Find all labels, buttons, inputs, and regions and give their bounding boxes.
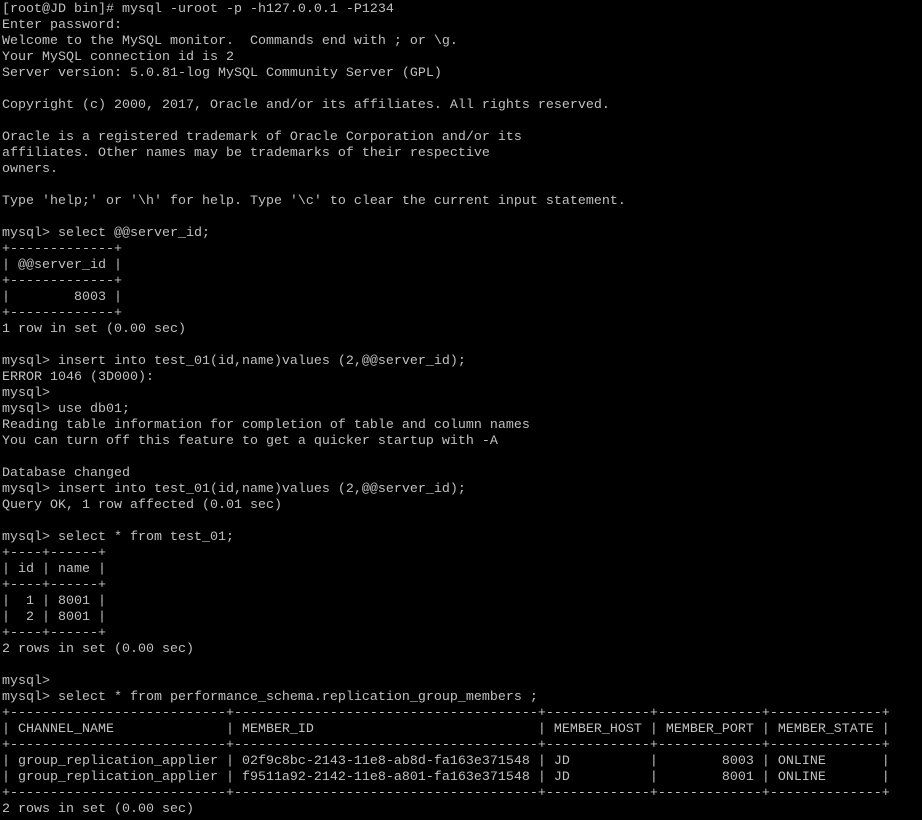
terminal-line: mysql> select * from performance_schema.… <box>2 690 538 705</box>
terminal-line: mysql> select @@server_id; <box>2 226 210 241</box>
terminal-line: Reading table information for completion… <box>2 418 530 433</box>
terminal-line: +---------------------------+-----------… <box>2 738 890 753</box>
terminal-line: mysql> insert into test_01(id,name)value… <box>2 354 466 369</box>
terminal-line: mysql> insert into test_01(id,name)value… <box>2 482 466 497</box>
terminal-line: +---------------------------+-----------… <box>2 706 890 721</box>
terminal-line: Copyright (c) 2000, 2017, Oracle and/or … <box>2 98 610 113</box>
terminal-line: | group_replication_applier | 02f9c8bc-2… <box>2 754 890 769</box>
terminal-line: Your MySQL connection id is 2 <box>2 50 234 65</box>
terminal-line: mysql> select * from test_01; <box>2 530 234 545</box>
terminal-line: Database changed <box>2 466 130 481</box>
terminal-line: | CHANNEL_NAME | MEMBER_ID | MEMBER_HOST… <box>2 722 890 737</box>
terminal-line: owners. <box>2 162 58 177</box>
terminal-line: 2 rows in set (0.00 sec) <box>2 802 194 817</box>
terminal-line: +-------------+ <box>2 306 122 321</box>
terminal-line: Welcome to the MySQL monitor. Commands e… <box>2 34 458 49</box>
terminal-line: mysql> use db01; <box>2 402 130 417</box>
terminal-line: You can turn off this feature to get a q… <box>2 434 498 449</box>
terminal-line: 2 rows in set (0.00 sec) <box>2 642 194 657</box>
terminal-line: | 1 | 8001 | <box>2 594 106 609</box>
terminal-line: +----+------+ <box>2 626 106 641</box>
terminal-line: | 2 | 8001 | <box>2 610 106 625</box>
terminal-line: Query OK, 1 row affected (0.01 sec) <box>2 498 282 513</box>
terminal-line: +-------------+ <box>2 242 122 257</box>
terminal-line: | @@server_id | <box>2 258 122 273</box>
terminal-line: 1 row in set (0.00 sec) <box>2 322 186 337</box>
terminal-line: ERROR 1046 (3D000): <box>2 370 154 385</box>
terminal-line: | 8003 | <box>2 290 122 305</box>
terminal-line: Oracle is a registered trademark of Orac… <box>2 130 522 145</box>
terminal-line: +----+------+ <box>2 578 106 593</box>
terminal-line: affiliates. Other names may be trademark… <box>2 146 490 161</box>
terminal-line: +----+------+ <box>2 546 106 561</box>
terminal-line: | id | name | <box>2 562 106 577</box>
terminal-line: Server version: 5.0.81-log MySQL Communi… <box>2 66 442 81</box>
terminal-line: | group_replication_applier | f9511a92-2… <box>2 770 890 785</box>
terminal-line: mysql> <box>2 674 50 689</box>
terminal-line: Type 'help;' or '\h' for help. Type '\c'… <box>2 194 626 209</box>
terminal-line: [root@JD bin]# mysql -uroot -p -h127.0.0… <box>2 2 394 17</box>
terminal-line: +---------------------------+-----------… <box>2 786 890 801</box>
terminal-line: mysql> <box>2 386 50 401</box>
terminal-output[interactable]: [root@JD bin]# mysql -uroot -p -h127.0.0… <box>2 2 922 818</box>
terminal-line: +-------------+ <box>2 274 122 289</box>
terminal-line: Enter password: <box>2 18 122 33</box>
